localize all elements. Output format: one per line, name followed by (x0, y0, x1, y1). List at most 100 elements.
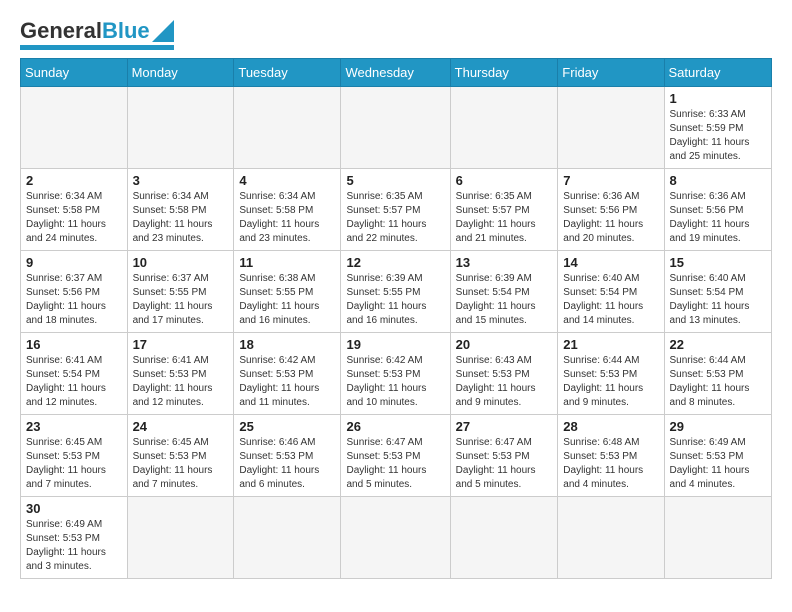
calendar-cell: 28Sunrise: 6:48 AM Sunset: 5:53 PM Dayli… (558, 415, 664, 497)
calendar-week-row: 23 Sunrise: 6:45 AM Sunset: 5:53 PM Dayli… (21, 415, 772, 497)
calendar-table: SundayMondayTuesdayWednesdayThursdayFrid… (20, 58, 772, 579)
calendar-cell (341, 497, 450, 579)
day-number: 27 (456, 419, 553, 434)
logo-underline (20, 45, 174, 50)
calendar-cell: 22 Sunrise: 6:44 AM Sunset: 5:53 PM Dayli… (664, 333, 771, 415)
day-info: Sunrise: 6:45 AM Sunset: 5:53 PM Dayligh… (26, 436, 122, 492)
day-number: 26 (346, 419, 444, 434)
calendar-cell (127, 87, 234, 169)
day-info: Sunrise: 6:47 AM Sunset: 5:53 PM Dayligh… (456, 436, 553, 492)
calendar-cell: 19Sunrise: 6:42 AM Sunset: 5:53 PM Dayli… (341, 333, 450, 415)
calendar-cell: 9 Sunrise: 6:37 AM Sunset: 5:56 PM Daylig… (21, 251, 128, 333)
calendar-cell: 23 Sunrise: 6:45 AM Sunset: 5:53 PM Dayli… (21, 415, 128, 497)
day-info: Sunrise: 6:44 AM Sunset: 5:53 PM Dayligh… (670, 354, 766, 410)
calendar-cell: 20 Sunrise: 6:43 AM Sunset: 5:53 PM Dayli… (450, 333, 558, 415)
day-number: 9 (26, 255, 122, 270)
calendar-cell (558, 497, 664, 579)
day-info: Sunrise: 6:49 AM Sunset: 5:53 PM Dayligh… (670, 436, 766, 492)
day-number: 30 (26, 501, 122, 516)
day-info: Sunrise: 6:43 AM Sunset: 5:53 PM Dayligh… (456, 354, 553, 410)
calendar-cell: 26 Sunrise: 6:47 AM Sunset: 5:53 PM Dayli… (341, 415, 450, 497)
day-number: 1 (670, 91, 766, 106)
day-info: Sunrise: 6:33 AM Sunset: 5:59 PM Dayligh… (670, 108, 766, 164)
calendar-cell (450, 497, 558, 579)
logo: General Blue (20, 18, 174, 50)
calendar-cell: 30Sunrise: 6:49 AM Sunset: 5:53 PM Dayli… (21, 497, 128, 579)
calendar-week-row: 30Sunrise: 6:49 AM Sunset: 5:53 PM Dayli… (21, 497, 772, 579)
day-info: Sunrise: 6:41 AM Sunset: 5:54 PM Dayligh… (26, 354, 122, 410)
weekday-header-monday: Monday (127, 59, 234, 87)
day-info: Sunrise: 6:38 AM Sunset: 5:55 PM Dayligh… (239, 272, 335, 328)
weekday-header-tuesday: Tuesday (234, 59, 341, 87)
calendar-cell: 1 Sunrise: 6:33 AM Sunset: 5:59 PM Daylig… (664, 87, 771, 169)
day-number: 15 (670, 255, 766, 270)
day-info: Sunrise: 6:46 AM Sunset: 5:53 PM Dayligh… (239, 436, 335, 492)
day-number: 14 (563, 255, 658, 270)
day-info: Sunrise: 6:37 AM Sunset: 5:55 PM Dayligh… (133, 272, 229, 328)
day-number: 4 (239, 173, 335, 188)
day-number: 23 (26, 419, 122, 434)
calendar-cell: 29Sunrise: 6:49 AM Sunset: 5:53 PM Dayli… (664, 415, 771, 497)
day-info: Sunrise: 6:40 AM Sunset: 5:54 PM Dayligh… (563, 272, 658, 328)
calendar-cell: 6Sunrise: 6:35 AM Sunset: 5:57 PM Daylig… (450, 169, 558, 251)
calendar-cell: 2Sunrise: 6:34 AM Sunset: 5:58 PM Daylig… (21, 169, 128, 251)
day-info: Sunrise: 6:36 AM Sunset: 5:56 PM Dayligh… (563, 190, 658, 246)
day-number: 25 (239, 419, 335, 434)
day-number: 20 (456, 337, 553, 352)
calendar-cell: 8 Sunrise: 6:36 AM Sunset: 5:56 PM Daylig… (664, 169, 771, 251)
day-info: Sunrise: 6:40 AM Sunset: 5:54 PM Dayligh… (670, 272, 766, 328)
logo-triangle-icon (152, 20, 174, 42)
day-number: 7 (563, 173, 658, 188)
day-info: Sunrise: 6:34 AM Sunset: 5:58 PM Dayligh… (26, 190, 122, 246)
calendar-cell: 15 Sunrise: 6:40 AM Sunset: 5:54 PM Dayli… (664, 251, 771, 333)
day-info: Sunrise: 6:34 AM Sunset: 5:58 PM Dayligh… (133, 190, 229, 246)
day-info: Sunrise: 6:35 AM Sunset: 5:57 PM Dayligh… (346, 190, 444, 246)
weekday-header-wednesday: Wednesday (341, 59, 450, 87)
day-number: 3 (133, 173, 229, 188)
calendar-week-row: 1 Sunrise: 6:33 AM Sunset: 5:59 PM Daylig… (21, 87, 772, 169)
calendar-cell: 25 Sunrise: 6:46 AM Sunset: 5:53 PM Dayli… (234, 415, 341, 497)
calendar-cell: 12Sunrise: 6:39 AM Sunset: 5:55 PM Dayli… (341, 251, 450, 333)
day-info: Sunrise: 6:44 AM Sunset: 5:53 PM Dayligh… (563, 354, 658, 410)
calendar-cell: 3 Sunrise: 6:34 AM Sunset: 5:58 PM Daylig… (127, 169, 234, 251)
calendar-week-row: 16 Sunrise: 6:41 AM Sunset: 5:54 PM Dayli… (21, 333, 772, 415)
calendar-header-row: SundayMondayTuesdayWednesdayThursdayFrid… (21, 59, 772, 87)
calendar-cell: 27 Sunrise: 6:47 AM Sunset: 5:53 PM Dayli… (450, 415, 558, 497)
calendar-cell: 10 Sunrise: 6:37 AM Sunset: 5:55 PM Dayli… (127, 251, 234, 333)
calendar-cell (341, 87, 450, 169)
calendar-cell (21, 87, 128, 169)
day-info: Sunrise: 6:42 AM Sunset: 5:53 PM Dayligh… (346, 354, 444, 410)
day-info: Sunrise: 6:45 AM Sunset: 5:53 PM Dayligh… (133, 436, 229, 492)
calendar-cell (558, 87, 664, 169)
calendar-cell (234, 87, 341, 169)
calendar-cell: 4 Sunrise: 6:34 AM Sunset: 5:58 PM Daylig… (234, 169, 341, 251)
day-number: 10 (133, 255, 229, 270)
day-info: Sunrise: 6:34 AM Sunset: 5:58 PM Dayligh… (239, 190, 335, 246)
day-number: 8 (670, 173, 766, 188)
calendar-cell: 5 Sunrise: 6:35 AM Sunset: 5:57 PM Daylig… (341, 169, 450, 251)
day-number: 22 (670, 337, 766, 352)
weekday-header-sunday: Sunday (21, 59, 128, 87)
day-info: Sunrise: 6:39 AM Sunset: 5:55 PM Dayligh… (346, 272, 444, 328)
day-number: 17 (133, 337, 229, 352)
day-info: Sunrise: 6:47 AM Sunset: 5:53 PM Dayligh… (346, 436, 444, 492)
day-info: Sunrise: 6:36 AM Sunset: 5:56 PM Dayligh… (670, 190, 766, 246)
calendar-cell: 14 Sunrise: 6:40 AM Sunset: 5:54 PM Dayli… (558, 251, 664, 333)
calendar-week-row: 2Sunrise: 6:34 AM Sunset: 5:58 PM Daylig… (21, 169, 772, 251)
calendar-cell: 18Sunrise: 6:42 AM Sunset: 5:53 PM Dayli… (234, 333, 341, 415)
calendar-cell (664, 497, 771, 579)
calendar-cell: 7 Sunrise: 6:36 AM Sunset: 5:56 PM Daylig… (558, 169, 664, 251)
calendar-cell: 16 Sunrise: 6:41 AM Sunset: 5:54 PM Dayli… (21, 333, 128, 415)
day-number: 24 (133, 419, 229, 434)
day-info: Sunrise: 6:48 AM Sunset: 5:53 PM Dayligh… (563, 436, 658, 492)
weekday-header-thursday: Thursday (450, 59, 558, 87)
weekday-header-saturday: Saturday (664, 59, 771, 87)
day-number: 18 (239, 337, 335, 352)
day-number: 5 (346, 173, 444, 188)
calendar-cell (127, 497, 234, 579)
day-number: 16 (26, 337, 122, 352)
calendar-cell (450, 87, 558, 169)
day-number: 21 (563, 337, 658, 352)
day-info: Sunrise: 6:37 AM Sunset: 5:56 PM Dayligh… (26, 272, 122, 328)
day-info: Sunrise: 6:41 AM Sunset: 5:53 PM Dayligh… (133, 354, 229, 410)
